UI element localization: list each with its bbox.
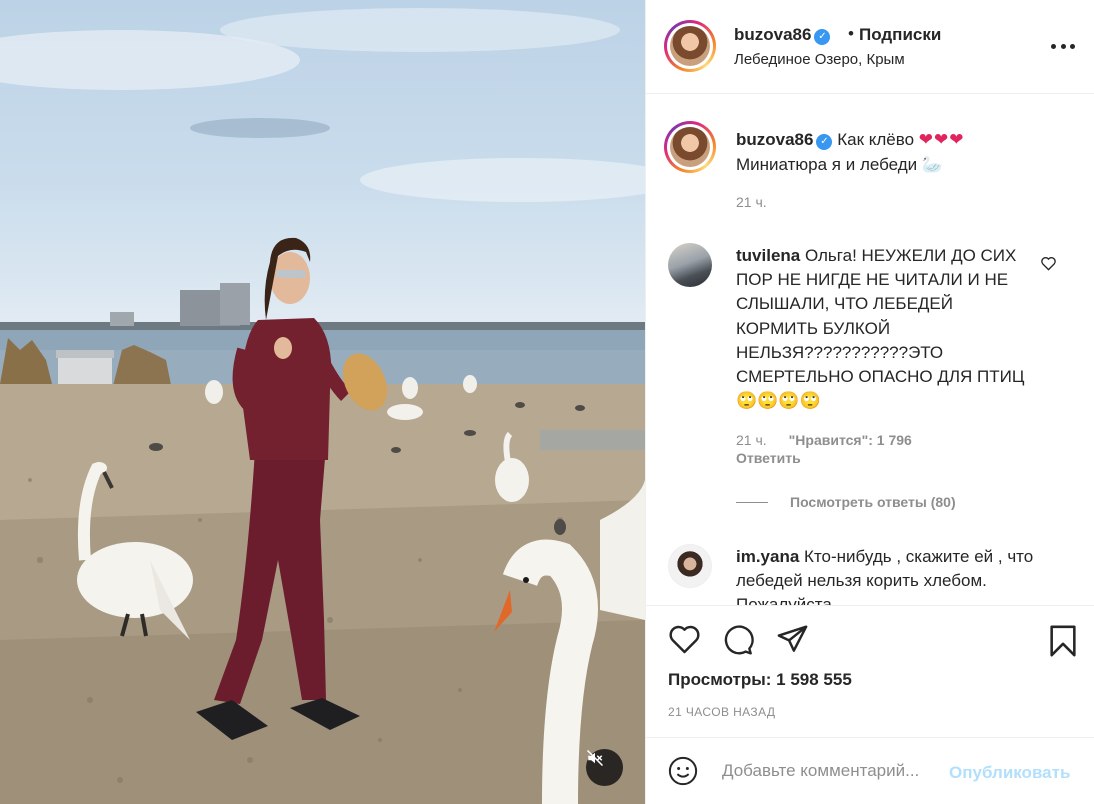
comment-icon[interactable] bbox=[722, 624, 754, 656]
paper-plane-icon[interactable] bbox=[776, 624, 809, 654]
view-replies-button[interactable]: Посмотреть ответы (80) bbox=[790, 494, 956, 510]
separator-dot: • bbox=[848, 24, 854, 43]
following-button[interactable]: Подписки bbox=[859, 25, 941, 45]
verified-badge-icon: ✓ bbox=[814, 29, 831, 45]
mute-toggle-button[interactable] bbox=[586, 749, 623, 786]
comment-text: im.yana Кто-нибудь , скажите ей , что ле… bbox=[736, 545, 1036, 605]
smiley-icon[interactable] bbox=[668, 756, 698, 786]
author-username-link[interactable]: buzova86 ✓ bbox=[734, 25, 831, 45]
comment-text: tuvilena Ольга! НЕУЖЕЛИ ДО СИХ ПОР НЕ НИ… bbox=[736, 244, 1036, 413]
bookmark-icon[interactable] bbox=[1048, 624, 1078, 658]
comment-timestamp[interactable]: 21 ч. bbox=[736, 432, 767, 448]
caption-author-avatar[interactable] bbox=[664, 121, 716, 173]
caption-line-1: Как клёво bbox=[837, 130, 915, 149]
add-comment-bar: Опубликовать bbox=[646, 737, 1094, 804]
comment-likes-count[interactable]: "Нравится": 1 796 bbox=[789, 432, 912, 448]
hearts-emoji: ❤❤❤ bbox=[918, 130, 965, 149]
post-header: buzova86 ✓ • Подписки Лебединое Озеро, Кр… bbox=[646, 0, 1094, 94]
comment-username-link[interactable]: tuvilena bbox=[736, 246, 800, 265]
caption-username-link[interactable]: buzova86 bbox=[736, 130, 813, 149]
post-timestamp[interactable]: 21 часов назад bbox=[668, 705, 775, 719]
caption-timestamp[interactable]: 21 ч. bbox=[736, 194, 767, 210]
views-count[interactable]: Просмотры: 1 598 555 bbox=[668, 670, 852, 690]
comment-heart-icon[interactable] bbox=[1040, 256, 1057, 271]
heart-icon[interactable] bbox=[668, 624, 701, 654]
replies-divider bbox=[736, 502, 768, 503]
verified-badge-icon: ✓ bbox=[816, 134, 833, 150]
swan-emoji: 🦢 bbox=[921, 155, 944, 174]
video-frame bbox=[0, 8, 645, 804]
comment-avatar[interactable] bbox=[668, 243, 712, 287]
publish-button[interactable]: Опубликовать bbox=[949, 763, 1070, 783]
post-details-panel: buzova86 ✓ • Подписки Лебединое Озеро, Кр… bbox=[645, 0, 1094, 804]
comment-body: Ольга! НЕУЖЕЛИ ДО СИХ ПОР НЕ НИГДЕ НЕ ЧИ… bbox=[736, 246, 1025, 411]
author-avatar[interactable] bbox=[664, 20, 716, 72]
caption-line-2: Миниатюра я и лебеди bbox=[736, 155, 918, 174]
post-actions: Просмотры: 1 598 555 21 часов назад bbox=[646, 605, 1094, 733]
comment-avatar[interactable] bbox=[668, 544, 712, 588]
reply-button[interactable]: Ответить bbox=[736, 450, 801, 466]
caption: buzova86 ✓ Как клёво ❤❤❤ Миниатюра я и ле… bbox=[736, 127, 1066, 177]
speaker-muted-icon bbox=[586, 749, 604, 767]
post-video[interactable] bbox=[0, 0, 645, 804]
location-link[interactable]: Лебединое Озеро, Крым bbox=[734, 51, 905, 68]
comment-input[interactable] bbox=[722, 758, 944, 784]
comment-meta: 21 ч. "Нравится": 1 796 bbox=[736, 432, 912, 448]
comments-list[interactable]: buzova86 ✓ Как клёво ❤❤❤ Миниатюра я и ле… bbox=[646, 95, 1094, 605]
comment-username-link[interactable]: im.yana bbox=[736, 547, 799, 566]
more-options-icon[interactable] bbox=[1051, 36, 1075, 56]
